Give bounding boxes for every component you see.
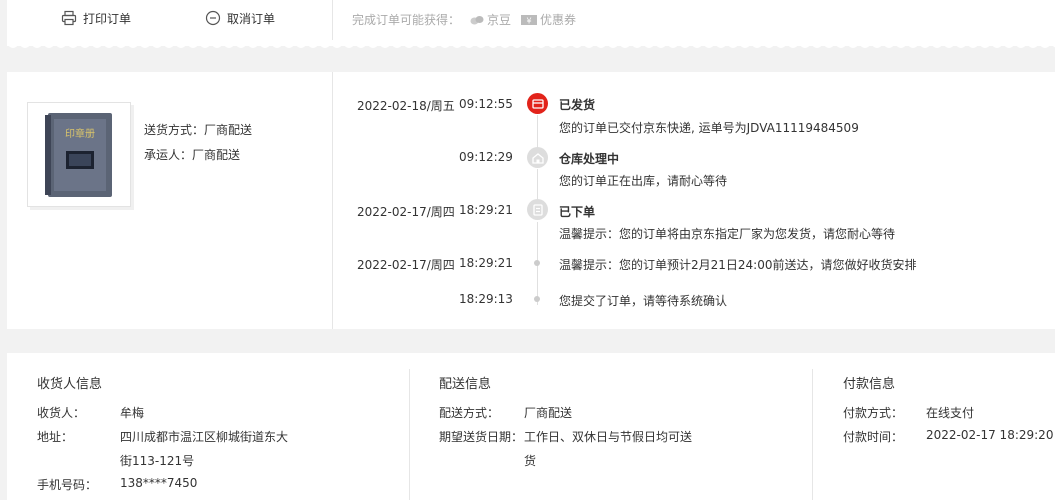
payment-method-value: 在线支付 <box>926 406 975 420</box>
receiver-name-label: 收货人： <box>37 406 86 420</box>
info-divider <box>812 369 813 500</box>
delivery-date-label: 期望送货日期： <box>439 430 524 444</box>
delivery-method-value: 厂商配送 <box>524 406 573 420</box>
jd-beans-reward: 京豆 <box>470 11 511 28</box>
timeline-desc: 您的订单正在出库，请耐心等待 <box>559 174 728 188</box>
shipping-info: 送货方式：厂商配送 承运人：厂商配送 <box>144 118 252 168</box>
cancel-order-label: 取消订单 <box>227 11 276 26</box>
jd-beans-label: 京豆 <box>487 13 512 27</box>
product-thumbnail[interactable]: 印章册 <box>27 102 131 207</box>
print-order-button[interactable]: 打印订单 <box>61 9 131 27</box>
order-action-bar: 打印订单 取消订单 完成订单可能获得： 京豆 ¥ 优惠券 <box>7 0 1055 48</box>
address-line-2: 街113-121号 <box>120 454 195 468</box>
payment-time-label: 付款时间： <box>843 430 904 444</box>
timeline-desc: 温馨提示：您的订单将由京东指定厂家为您发货，请您耐心等待 <box>559 227 896 241</box>
timeline-date: 2022-02-17/周四 <box>357 258 455 272</box>
timeline-title: 已发货 <box>559 98 596 112</box>
order-info-panel: 收货人信息 收货人： 牟梅 地址： 四川成都市温江区柳城街道东大 街113-12… <box>7 353 1055 500</box>
carrier-label: 承运人： <box>144 148 193 162</box>
timeline-desc: 您提交了订单，请等待系统确认 <box>559 294 728 308</box>
cancel-order-button[interactable]: 取消订单 <box>205 9 275 27</box>
reward-prefix: 完成订单可能获得： <box>352 13 461 27</box>
reward-info: 完成订单可能获得： 京豆 ¥ 优惠券 <box>352 11 576 28</box>
delivery-date-line-2: 货 <box>524 454 537 468</box>
tracking-divider <box>332 72 333 329</box>
print-order-label: 打印订单 <box>83 11 132 26</box>
carrier-value: 厂商配送 <box>192 148 241 162</box>
order-tracking-panel: 印章册 送货方式：厂商配送 承运人：厂商配送 2022-02-18/周五 09:… <box>7 72 1055 329</box>
order-icon <box>527 199 548 220</box>
coupon-icon: ¥ <box>521 14 538 25</box>
shipping-method-label: 送货方式： <box>144 123 205 137</box>
toolbar-divider <box>332 0 333 40</box>
timeline-time: 18:29:13 <box>459 292 513 306</box>
minus-circle-icon <box>205 10 221 26</box>
coupon-label: 优惠券 <box>540 13 577 27</box>
delivery-method-label: 配送方式： <box>439 406 500 420</box>
timeline-date: 2022-02-18/周五 <box>357 99 455 113</box>
timeline-time: 18:29:21 <box>459 203 513 217</box>
payment-time-value: 2022-02-17 18:29:20 <box>926 428 1054 442</box>
timeline-date: 2022-02-17/周四 <box>357 205 455 219</box>
timeline-dot <box>534 260 540 266</box>
receiver-info-title: 收货人信息 <box>37 377 103 392</box>
product-image: 印章册 <box>28 103 130 206</box>
delivery-date-line-1: 工作日、双休日与节假日均可送 <box>524 430 693 444</box>
timeline-connector <box>537 222 538 262</box>
timeline-title: 仓库处理中 <box>559 152 620 166</box>
svg-text:¥: ¥ <box>526 16 531 25</box>
timeline-desc: 您的订单已交付京东快递, 运单号为JDVA11119484509 <box>559 121 859 135</box>
timeline-dot <box>534 296 540 302</box>
payment-info-title: 付款信息 <box>843 377 896 392</box>
svg-text:印章册: 印章册 <box>65 127 95 140</box>
timeline-time: 09:12:55 <box>459 97 513 111</box>
delivery-info-title: 配送信息 <box>439 377 492 392</box>
printer-icon <box>61 10 77 26</box>
payment-method-label: 付款方式： <box>843 406 904 420</box>
timeline-title: 已下单 <box>559 205 596 219</box>
address-line-1: 四川成都市温江区柳城街道东大 <box>120 430 289 444</box>
timeline-connector <box>537 169 538 199</box>
info-divider <box>409 369 410 500</box>
warehouse-icon <box>527 147 548 168</box>
shipped-icon <box>527 93 548 114</box>
zigzag-edge <box>7 44 1055 48</box>
timeline-time: 18:29:21 <box>459 256 513 270</box>
address-label: 地址： <box>37 430 74 444</box>
shipping-method-value: 厂商配送 <box>204 123 253 137</box>
coupon-reward: ¥ 优惠券 <box>521 11 576 28</box>
timeline-time: 09:12:29 <box>459 150 513 164</box>
receiver-name-value: 牟梅 <box>120 406 145 420</box>
timeline-desc: 温馨提示：您的订单预计2月21日24:00前送达，请您做好收货安排 <box>559 258 917 272</box>
phone-value: 138****7450 <box>120 476 198 490</box>
bean-icon <box>470 15 484 24</box>
phone-label: 手机号码： <box>37 478 98 492</box>
